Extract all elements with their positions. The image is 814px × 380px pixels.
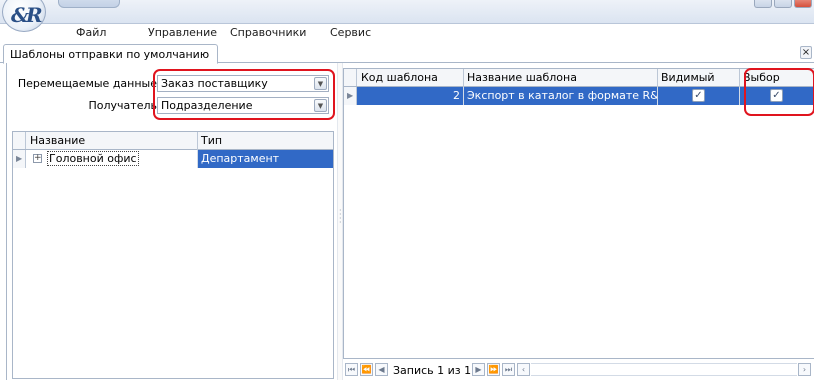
record-counter: Запись 1 из 1: [393, 364, 472, 377]
menu-bar: Файл Управление Справочники Сервис ⌂: [0, 24, 814, 64]
left-panel: Перемещаемые данные Заказ поставщику ▼ П…: [7, 63, 337, 380]
row-indicator: ▶: [344, 87, 357, 105]
menu-directories[interactable]: Справочники: [230, 26, 306, 39]
tree-header-indicator: [13, 132, 26, 149]
tree-cell-name[interactable]: + Головной офис: [27, 150, 198, 168]
template-row[interactable]: ▶ 2 Экспорт в каталог в формате R&... ✓ …: [344, 87, 814, 105]
next-page-icon[interactable]: ⏩: [487, 363, 500, 376]
plus-icon[interactable]: +: [33, 154, 42, 163]
menu-file[interactable]: Файл: [76, 26, 106, 39]
window-controls: [754, 0, 812, 10]
scroll-right-icon[interactable]: ›: [798, 363, 811, 376]
minimize-button[interactable]: [754, 0, 772, 8]
tab-default-templates[interactable]: Шаблоны отправки по умолчанию: [3, 44, 219, 64]
title-bar: &R: [0, 0, 814, 32]
col-visible[interactable]: Видимый: [658, 69, 740, 87]
templates-header-indicator: [344, 69, 357, 86]
visible-checkbox[interactable]: ✓: [692, 89, 705, 102]
tab-strip: Шаблоны отправки по умолчанию ×: [0, 42, 814, 64]
col-template-code[interactable]: Код шаблона: [358, 69, 464, 87]
transferred-data-label: Перемещаемые данные: [17, 77, 157, 90]
select-checkbox[interactable]: ✓: [770, 89, 783, 102]
template-code-cell[interactable]: 2: [358, 87, 464, 105]
horizontal-scrollbar[interactable]: [531, 363, 797, 376]
tab-close-icon[interactable]: ×: [800, 46, 812, 59]
tree-row[interactable]: ▶ + Головной офис Департамент: [13, 150, 333, 168]
templates-header: Код шаблона Название шаблона Видимый Выб…: [344, 69, 814, 87]
maximize-button[interactable]: [774, 0, 792, 8]
menu-management[interactable]: Управление: [148, 26, 217, 39]
grip-icon: · · · ·: [339, 206, 342, 227]
visible-cell[interactable]: ✓: [658, 87, 740, 105]
scroll-left-icon[interactable]: ‹: [517, 363, 530, 376]
recipient-label: Получатель: [88, 99, 157, 112]
department-tree-grid: Название Тип ▶ + Головной офис Департаме…: [12, 131, 334, 379]
main-frame: Перемещаемые данные Заказ поставщику ▼ П…: [6, 63, 814, 380]
transferred-data-combo[interactable]: Заказ поставщику ▼: [157, 75, 329, 92]
row-pointer-icon: ▶: [347, 91, 354, 100]
menu-service[interactable]: Сервис: [330, 26, 371, 39]
row-pointer-icon: ▶: [16, 154, 23, 163]
prev-record-icon[interactable]: ◀: [375, 363, 388, 376]
record-navigator: ⏮ ⏪ ◀ Запись 1 из 1 ▶ ⏩ ⏭ ‹ ›: [343, 361, 814, 379]
tree-cell-type[interactable]: Департамент: [198, 150, 333, 168]
row-indicator: ▶: [13, 150, 26, 168]
chevron-down-icon[interactable]: ▼: [314, 99, 327, 112]
tab-label: Шаблоны отправки по умолчанию: [10, 48, 210, 61]
tree-name-text: Головной офис: [47, 151, 139, 166]
col-template-name[interactable]: Название шаблона: [464, 69, 658, 87]
select-cell[interactable]: ✓: [740, 87, 814, 105]
transferred-data-value: Заказ поставщику: [161, 77, 268, 90]
tree-col-name[interactable]: Название: [27, 132, 198, 150]
prev-page-icon[interactable]: ⏪: [360, 363, 373, 376]
quick-access-toolbar[interactable]: [58, 0, 120, 8]
col-select[interactable]: Выбор: [740, 69, 814, 87]
tree-col-type[interactable]: Тип: [198, 132, 333, 150]
last-record-icon[interactable]: ⏭: [502, 363, 515, 376]
template-name-cell[interactable]: Экспорт в каталог в формате R&...: [464, 87, 658, 105]
right-panel: Код шаблона Название шаблона Видимый Выб…: [343, 63, 814, 380]
recipient-value: Подразделение: [161, 99, 253, 112]
recipient-combo[interactable]: Подразделение ▼: [157, 97, 329, 114]
chevron-down-icon[interactable]: ▼: [314, 77, 327, 90]
tree-header: Название Тип: [13, 132, 333, 150]
close-window-button[interactable]: [794, 0, 812, 8]
templates-grid: Код шаблона Название шаблона Видимый Выб…: [343, 68, 814, 359]
next-record-icon[interactable]: ▶: [472, 363, 485, 376]
first-record-icon[interactable]: ⏮: [345, 363, 358, 376]
